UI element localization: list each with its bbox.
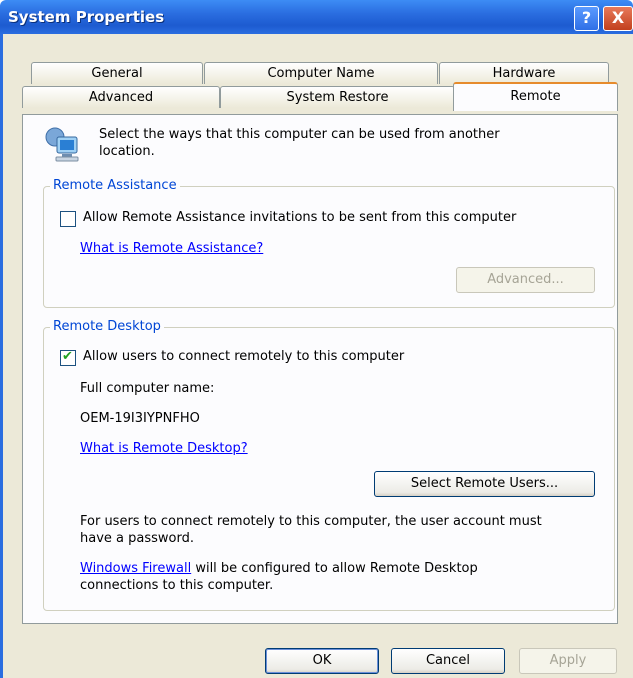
remote-assistance-group-title: Remote Assistance — [50, 178, 180, 193]
advanced-button[interactable]: Advanced... — [456, 267, 595, 293]
what-is-remote-desktop-link[interactable]: What is Remote Desktop? — [80, 441, 248, 456]
intro-text-line2: location. — [99, 144, 155, 159]
ok-button[interactable]: OK — [265, 648, 379, 674]
remote-assistance-group: Remote Assistance Allow Remote Assistanc… — [43, 178, 615, 308]
remote-desktop-checkbox-label[interactable]: Allow users to connect remotely to this … — [83, 349, 404, 364]
what-is-remote-assistance-link[interactable]: What is Remote Assistance? — [80, 241, 263, 256]
tab-advanced[interactable]: Advanced — [22, 86, 220, 108]
help-button[interactable]: ? — [574, 6, 599, 31]
password-note-line2: have a password. — [80, 531, 194, 546]
remote-assistance-checkbox-label[interactable]: Allow Remote Assistance invitations to b… — [83, 210, 516, 225]
firewall-note-line1: Windows Firewall will be configured to a… — [80, 561, 478, 576]
remote-desktop-group: Remote Desktop ✔ Allow users to connect … — [43, 319, 615, 611]
windows-firewall-link[interactable]: Windows Firewall — [80, 561, 191, 576]
tab-system-restore[interactable]: System Restore — [220, 86, 455, 108]
remote-tab-panel: Select the ways that this computer can b… — [22, 114, 618, 624]
remote-assistance-checkbox[interactable] — [60, 211, 76, 227]
checkmark-icon: ✔ — [62, 349, 73, 364]
intro-text-line1: Select the ways that this computer can b… — [99, 127, 500, 142]
computer-name-value: OEM-19I3IYPNFHO — [80, 411, 200, 426]
title-bar[interactable]: System Properties ? X — [0, 0, 633, 34]
firewall-note-text: will be configured to allow Remote Deskt… — [191, 561, 478, 576]
tab-hardware[interactable]: Hardware — [439, 62, 609, 84]
dialog-client-area: General Computer Name Hardware Advanced … — [0, 34, 633, 678]
system-properties-window: System Properties ? X General Computer N… — [0, 0, 633, 678]
password-note-line1: For users to connect remotely to this co… — [80, 514, 542, 529]
full-computer-name-label: Full computer name: — [80, 381, 215, 396]
window-title: System Properties — [8, 8, 165, 26]
close-button[interactable]: X — [603, 6, 633, 31]
tab-remote[interactable]: Remote — [453, 82, 618, 111]
firewall-note-line2: connections to this computer. — [80, 578, 274, 593]
apply-button[interactable]: Apply — [519, 648, 617, 674]
remote-desktop-checkbox[interactable]: ✔ — [60, 349, 76, 366]
tab-general[interactable]: General — [31, 62, 203, 84]
remote-desktop-group-title: Remote Desktop — [50, 319, 164, 334]
cancel-button[interactable]: Cancel — [391, 648, 505, 674]
remote-computer-icon — [43, 127, 83, 163]
tab-computer-name[interactable]: Computer Name — [204, 62, 438, 84]
select-remote-users-button[interactable]: Select Remote Users... — [374, 471, 595, 497]
